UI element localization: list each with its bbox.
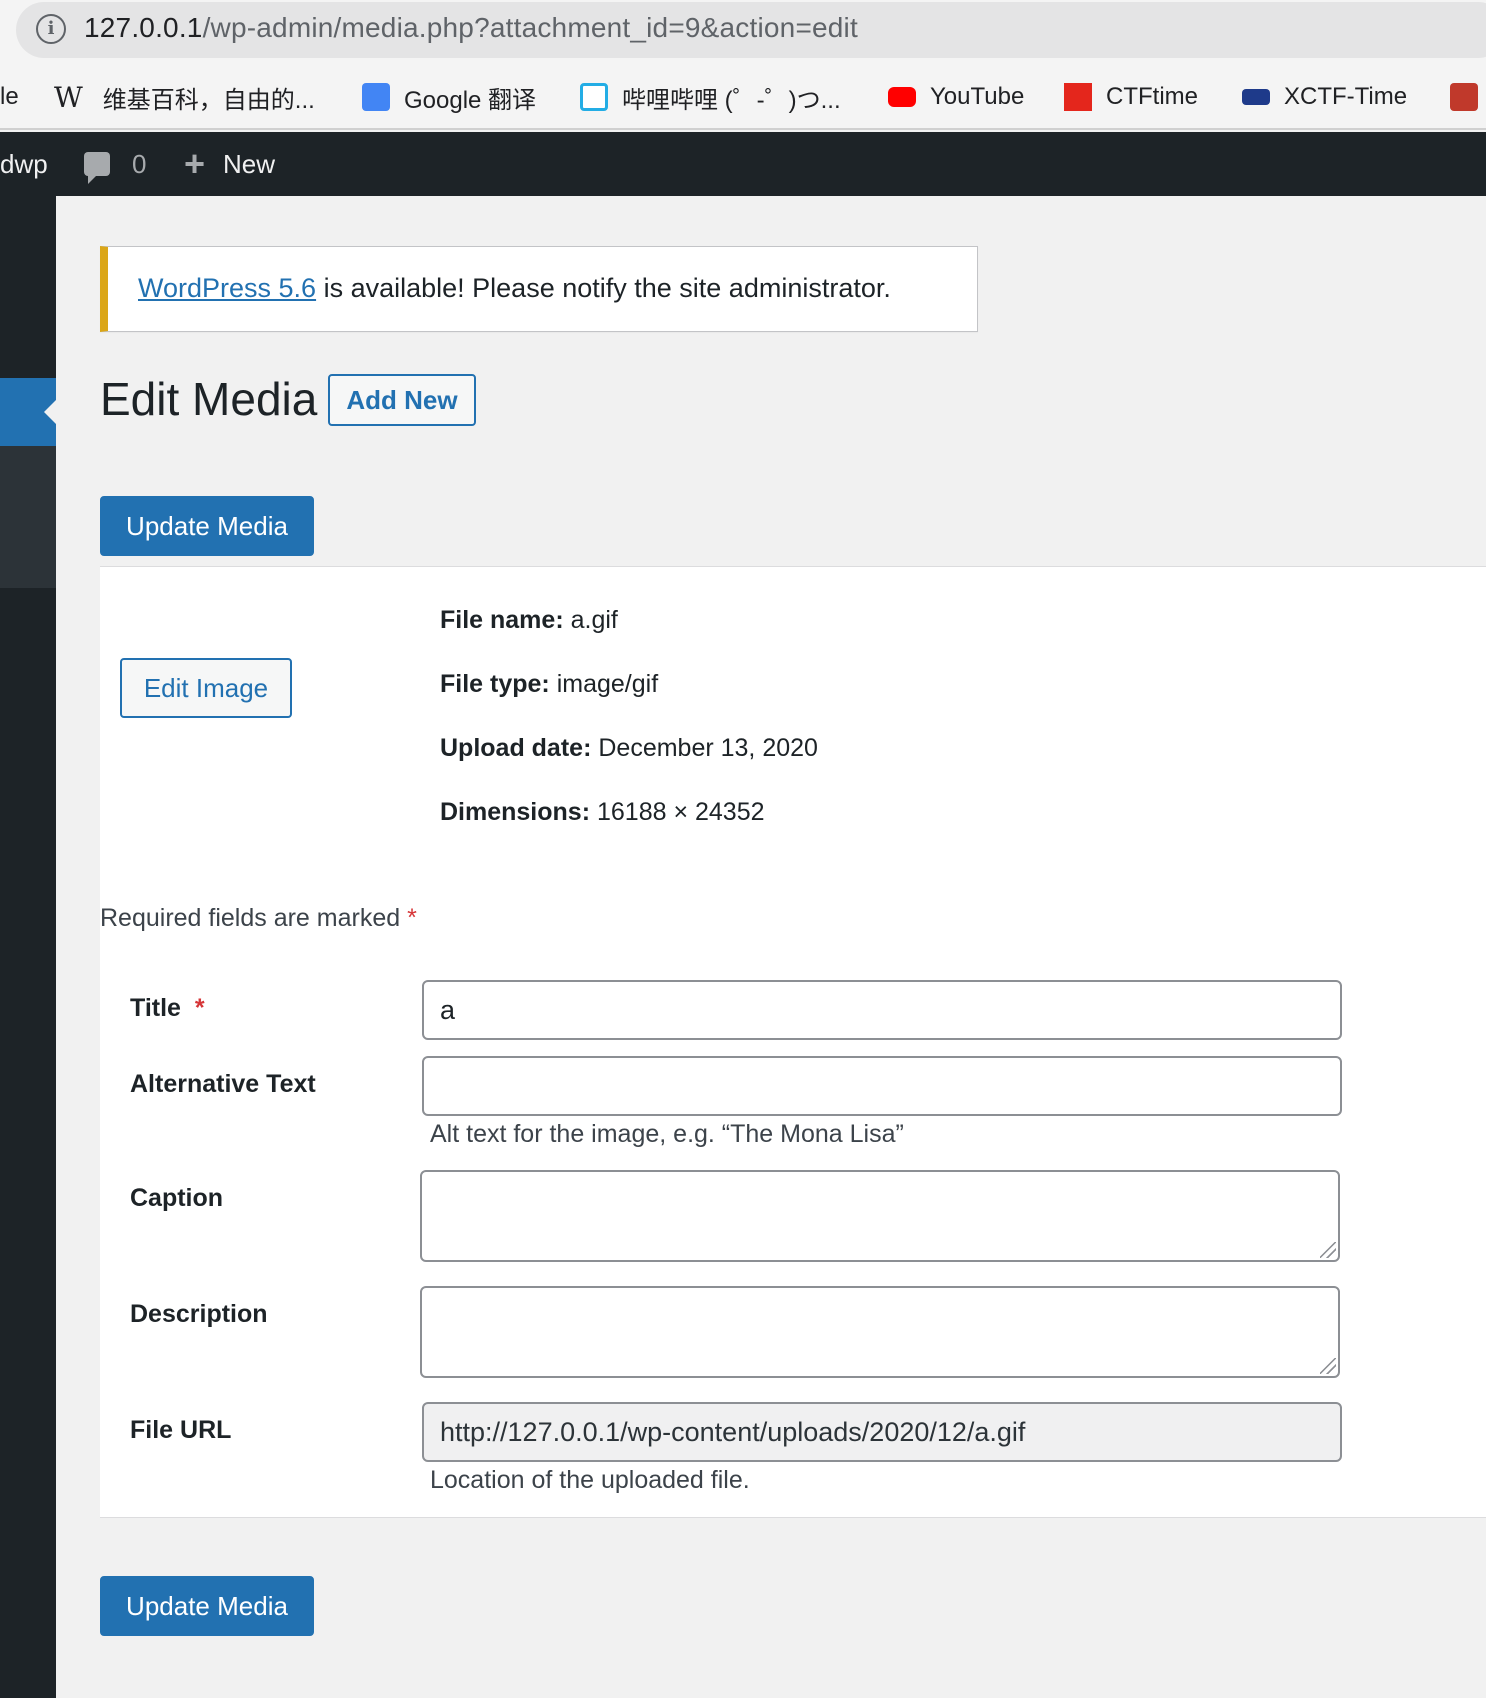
bookmark-xctf[interactable]: XCTF-Time xyxy=(1242,78,1407,116)
file-type-value: image/gif xyxy=(556,670,659,698)
resize-grip-icon[interactable] xyxy=(1320,1358,1336,1374)
upload-date-row: Upload date: December 13, 2020 xyxy=(440,734,818,763)
new-content-link[interactable]: + New xyxy=(184,132,275,196)
ctftime-icon xyxy=(1064,83,1092,111)
browser-url-bar: i 127.0.0.1/wp-admin/media.php?attachmen… xyxy=(0,0,1486,66)
file-name-label: File name: xyxy=(440,606,564,634)
bookmark-label: YouTube xyxy=(930,83,1025,110)
update-notice: WordPress 5.6 is available! Please notif… xyxy=(100,246,978,332)
bookmark-bilibili[interactable]: 哔哩哔哩 (゜-゜)つ... xyxy=(580,78,841,116)
site-info-icon[interactable]: i xyxy=(36,14,66,44)
edit-image-button[interactable]: Edit Image xyxy=(120,658,292,718)
update-media-button-top[interactable]: Update Media xyxy=(100,496,314,556)
required-note-text: Required fields are marked xyxy=(100,904,401,932)
notice-text: WordPress 5.6 is available! Please notif… xyxy=(138,273,891,304)
wordpress-version-link[interactable]: WordPress 5.6 xyxy=(138,273,316,303)
upload-date-label: Upload date: xyxy=(440,734,592,762)
alt-text-label: Alternative Text xyxy=(130,1070,316,1098)
wp-admin-bar: dwp 0 + New xyxy=(0,132,1486,196)
sidebar-submenu xyxy=(0,446,56,588)
resize-grip-icon[interactable] xyxy=(1320,1242,1336,1258)
bookmark-truncated[interactable]: le xyxy=(0,78,19,116)
bookmark-wikipedia[interactable]: W 维基百科，自由的... xyxy=(54,78,315,116)
bookmark-overflow[interactable] xyxy=(1450,78,1486,116)
caption-textarea[interactable] xyxy=(420,1170,1340,1262)
url-path: /wp-admin/media.php?attachment_id=9&acti… xyxy=(202,12,858,43)
url-host: 127.0.0.1 xyxy=(84,12,203,43)
wikipedia-icon: W xyxy=(54,80,83,114)
bookmark-overflow-icon xyxy=(1450,83,1478,111)
upload-date-value: December 13, 2020 xyxy=(598,734,818,762)
bookmark-label: 哔哩哔哩 (゜-゜)つ... xyxy=(622,86,841,114)
dimensions-value: 16188 × 24352 xyxy=(596,798,765,826)
google-translate-icon xyxy=(362,83,390,111)
bookmark-label: 维基百科，自由的... xyxy=(102,86,315,114)
alt-text-help: Alt text for the image, e.g. “The Mona L… xyxy=(430,1120,904,1148)
file-type-label: File type: xyxy=(440,670,550,698)
bilibili-icon xyxy=(580,83,608,111)
new-label: New xyxy=(223,148,276,179)
comments-link[interactable]: 0 xyxy=(84,132,146,196)
bookmark-ctftime[interactable]: CTFtime xyxy=(1064,78,1198,116)
required-fields-note: Required fields are marked * xyxy=(100,904,417,933)
plus-icon: + xyxy=(184,143,206,184)
notice-message: is available! Please notify the site adm… xyxy=(316,273,891,303)
add-new-button[interactable]: Add New xyxy=(328,374,476,426)
file-url-help: Location of the uploaded file. xyxy=(430,1466,750,1494)
page-title: Edit Media xyxy=(100,373,318,425)
bookmark-label: XCTF-Time xyxy=(1284,83,1408,110)
comments-count: 0 xyxy=(132,148,147,179)
file-url-label: File URL xyxy=(130,1416,232,1444)
site-name-link[interactable]: dwp xyxy=(0,132,48,196)
bookmark-label: le xyxy=(0,83,19,110)
title-label-text: Title xyxy=(130,994,181,1022)
dimensions-row: Dimensions: 16188 × 24352 xyxy=(440,798,765,827)
sidebar-item-media-active[interactable] xyxy=(0,378,56,446)
update-media-button-bottom[interactable]: Update Media xyxy=(100,1576,314,1636)
comment-icon xyxy=(84,152,110,184)
xctf-icon xyxy=(1242,89,1270,105)
bookmark-label: CTFtime xyxy=(1106,83,1198,110)
description-textarea[interactable] xyxy=(420,1286,1340,1378)
required-star: * xyxy=(407,904,417,932)
youtube-icon xyxy=(888,87,916,107)
bookmark-label: Google 翻译 xyxy=(404,86,537,114)
file-name-row: File name: a.gif xyxy=(440,606,618,635)
bookmark-youtube[interactable]: YouTube xyxy=(888,78,1024,116)
dimensions-label: Dimensions: xyxy=(440,798,591,826)
url-text[interactable]: 127.0.0.1/wp-admin/media.php?attachment_… xyxy=(84,12,858,44)
file-type-row: File type: image/gif xyxy=(440,670,658,699)
alt-text-input[interactable] xyxy=(422,1056,1342,1116)
title-required-star: * xyxy=(194,994,205,1022)
caption-label: Caption xyxy=(130,1184,224,1212)
bookmark-google-translate[interactable]: Google 翻译 xyxy=(362,78,536,116)
bookmarks-bar: le W 维基百科，自由的... Google 翻译 哔哩哔哩 (゜-゜)つ..… xyxy=(0,66,1486,130)
file-name-value: a.gif xyxy=(570,606,618,634)
title-input[interactable]: a xyxy=(422,980,1342,1040)
title-label: Title * xyxy=(130,994,205,1023)
description-label: Description xyxy=(130,1300,268,1328)
file-url-input[interactable]: http://127.0.0.1/wp-content/uploads/2020… xyxy=(422,1402,1342,1462)
